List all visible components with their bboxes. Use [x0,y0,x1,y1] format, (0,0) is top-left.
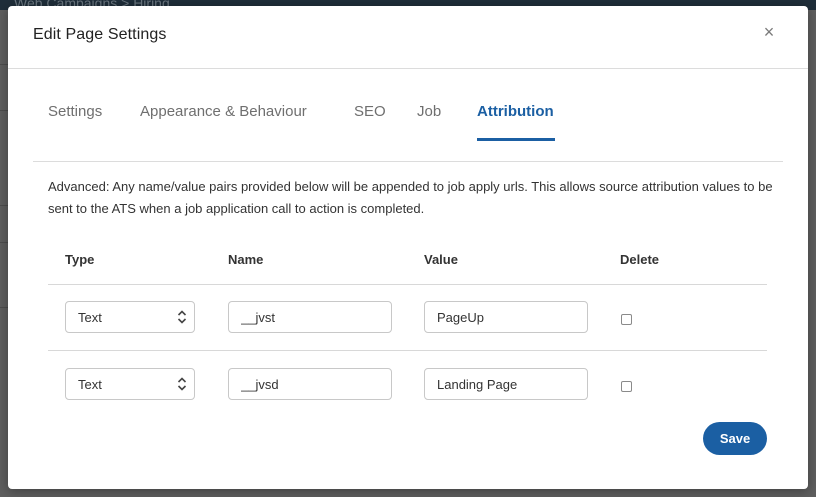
tab-bar: Settings Appearance & Behaviour SEO Job … [33,68,783,162]
name-input[interactable] [228,301,392,333]
active-tab-indicator [477,138,555,141]
type-select-value: Text [78,310,102,325]
column-header-value: Value [424,252,458,267]
tab-attribution[interactable]: Attribution [477,103,554,120]
type-select-value: Text [78,377,102,392]
chevron-up-down-icon [177,310,187,324]
edit-page-settings-modal: Edit Page Settings × Settings Appearance… [8,6,808,489]
modal-header: Edit Page Settings × [8,6,808,69]
column-header-type: Type [65,252,95,267]
column-header-name: Name [228,252,264,267]
tab-seo[interactable]: SEO [354,103,386,120]
type-select[interactable]: Text [65,368,195,400]
value-input[interactable] [424,301,588,333]
tab-appearance-behaviour[interactable]: Appearance & Behaviour [140,103,307,120]
column-header-delete: Delete [620,252,660,267]
close-button[interactable]: × [760,22,778,42]
chevron-up-down-icon [177,377,187,391]
tab-job[interactable]: Job [417,103,441,120]
delete-checkbox[interactable] [621,314,632,325]
tab-settings[interactable]: Settings [48,103,102,120]
table-divider [48,350,767,351]
delete-checkbox[interactable] [621,381,632,392]
save-button[interactable]: Save [703,422,767,455]
table-divider [48,284,767,285]
name-input[interactable] [228,368,392,400]
type-select[interactable]: Text [65,301,195,333]
modal-title: Edit Page Settings [33,26,167,43]
value-input[interactable] [424,368,588,400]
close-icon: × [763,22,775,42]
attribution-description: Advanced: Any name/value pairs provided … [48,179,773,216]
